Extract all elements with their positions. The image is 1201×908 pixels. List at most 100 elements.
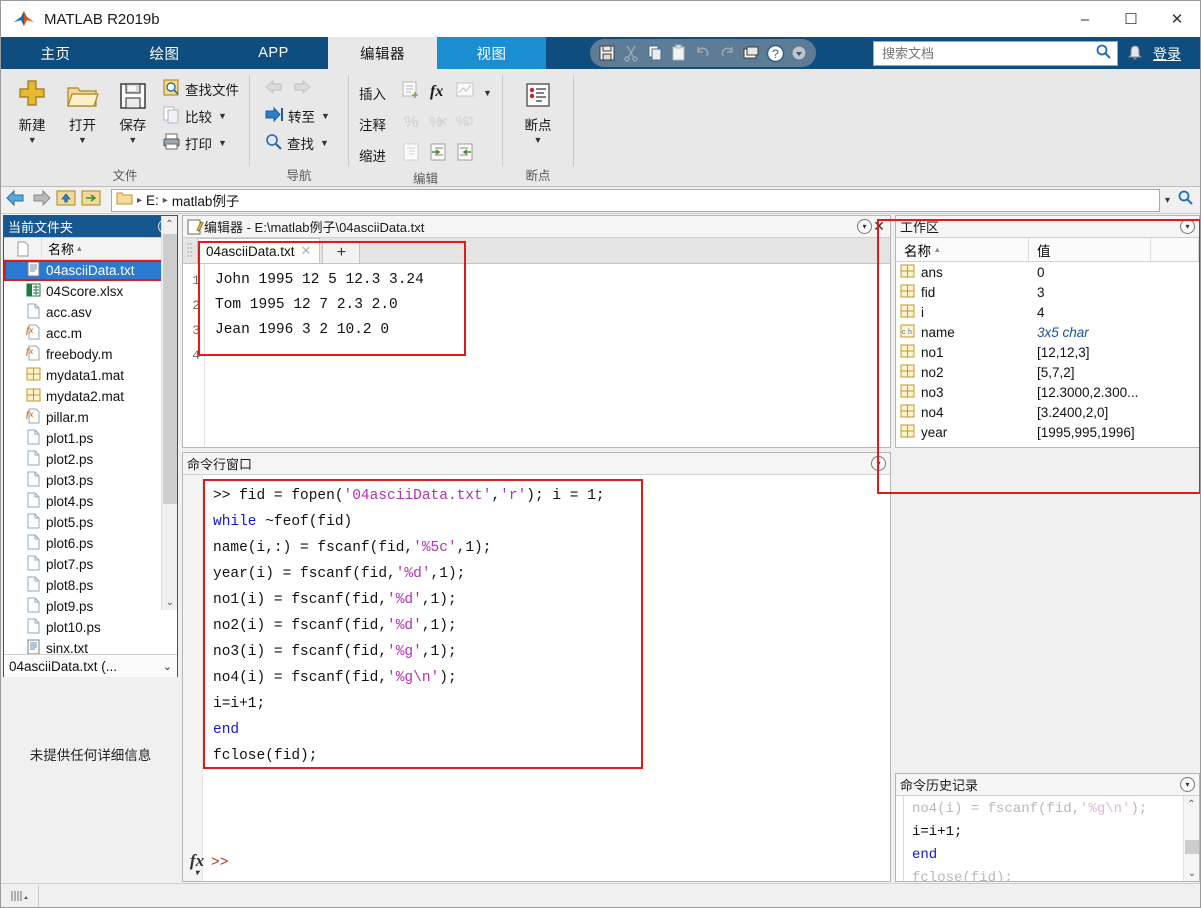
chevron-down-icon[interactable]: ▼ bbox=[28, 135, 37, 145]
search-input[interactable] bbox=[880, 45, 1095, 62]
search-icon[interactable] bbox=[1095, 43, 1112, 65]
file-list-item-selected[interactable]: 04asciiData.txt bbox=[4, 260, 177, 281]
new-tab-button[interactable]: + bbox=[322, 241, 361, 263]
file-list-item[interactable]: sinx.txt bbox=[4, 638, 177, 654]
workspace-variable-row[interactable]: ans 0 bbox=[896, 262, 1199, 282]
maximize-button[interactable]: ☐ bbox=[1108, 1, 1154, 37]
file-list-item[interactable]: plot10.ps bbox=[4, 617, 177, 638]
editor-file-tab[interactable]: 04asciiData.txt ✕ bbox=[197, 238, 321, 263]
workspace-variable-row[interactable]: c h name 3x5 char bbox=[896, 322, 1199, 342]
find-files-button[interactable]: 查找文件 bbox=[158, 75, 243, 102]
scrollbar-thumb[interactable] bbox=[163, 234, 177, 504]
minimize-button[interactable]: – bbox=[1062, 1, 1108, 37]
chevron-down-icon[interactable]: ▾ bbox=[1165, 195, 1170, 206]
help-icon[interactable]: ? bbox=[764, 42, 786, 64]
command-prompt-row[interactable]: fx ▾ >> bbox=[183, 851, 890, 877]
close-icon[interactable]: ✕ bbox=[301, 243, 312, 259]
close-button[interactable]: ✕ bbox=[1154, 1, 1200, 37]
scroll-up-arrow[interactable]: ⌃ bbox=[1184, 796, 1199, 812]
editor-text-area[interactable]: John 1995 12 5 12.3 3.24 Tom 1995 12 7 2.… bbox=[205, 264, 890, 446]
file-list-item[interactable]: fx acc.m bbox=[4, 323, 177, 344]
workspace-variable-row[interactable]: fid 3 bbox=[896, 282, 1199, 302]
breadcrumb-drive[interactable]: E: bbox=[146, 193, 159, 208]
file-list-item[interactable]: plot2.ps bbox=[4, 449, 177, 470]
workspace-variable-row[interactable]: i4 bbox=[896, 302, 1199, 322]
resize-grip-icon[interactable] bbox=[1, 884, 39, 907]
name-column-header[interactable]: 名称 ▴ bbox=[42, 239, 82, 258]
ribbon-tab-home[interactable]: 主页 bbox=[1, 37, 110, 69]
file-list-item[interactable]: mydata1.mat bbox=[4, 365, 177, 386]
ribbon-tab-apps[interactable]: APP bbox=[219, 37, 328, 69]
scroll-down-arrow[interactable]: ⌄ bbox=[1184, 865, 1199, 881]
find-button[interactable]: 查找 ▼ bbox=[260, 129, 334, 156]
scroll-up-arrow[interactable]: ⌃ bbox=[162, 216, 177, 232]
chevron-down-icon[interactable]: ▼ bbox=[218, 138, 227, 148]
breadcrumb-folder[interactable]: matlab例子 bbox=[172, 190, 240, 210]
workspace-variable-list[interactable]: ans 0 fid 3 i 4 c h name 3x5 char no1 [12,12,3] no2[… bbox=[896, 262, 1199, 442]
file-list-item[interactable]: fx freebody.m bbox=[4, 344, 177, 365]
file-list-scrollbar[interactable]: ⌃ ⌄ bbox=[161, 216, 177, 610]
file-list-item[interactable]: plot3.ps bbox=[4, 470, 177, 491]
file-list-item[interactable]: plot5.ps bbox=[4, 512, 177, 533]
file-list-item[interactable]: plot9.ps bbox=[4, 596, 177, 617]
save-icon[interactable] bbox=[596, 42, 618, 64]
nav-back-icon[interactable] bbox=[5, 189, 27, 212]
open-button[interactable]: 打开 ▼ bbox=[57, 73, 107, 167]
chevron-down-icon[interactable]: ▼ bbox=[78, 135, 87, 145]
scrollbar-thumb[interactable] bbox=[1185, 840, 1199, 854]
workspace-name-column-header[interactable]: 名称 ▴ bbox=[896, 238, 1029, 261]
ribbon-tab-editor[interactable]: 编辑器 bbox=[328, 37, 437, 69]
ribbon-tab-view[interactable]: 视图 bbox=[437, 37, 546, 69]
workspace-variable-row[interactable]: year [1995,995,1996] bbox=[896, 422, 1199, 442]
login-link[interactable]: 登录 bbox=[1153, 44, 1181, 64]
insert-section-icon[interactable] bbox=[400, 79, 422, 106]
file-list-item[interactable]: mydata2.mat bbox=[4, 386, 177, 407]
command-history-list[interactable]: no4(i) = fscanf(fid,'%g\n'); i=i+1; end fcl… bbox=[904, 796, 1183, 881]
file-list-item[interactable]: plot6.ps bbox=[4, 533, 177, 554]
chevron-down-icon[interactable]: ▼ bbox=[534, 135, 543, 145]
command-window-output[interactable]: >> fid = fopen('04asciiData.txt','r'); i… bbox=[203, 475, 890, 881]
command-history-scrollbar[interactable]: ⌃ ⌄ bbox=[1183, 796, 1199, 881]
notification-bell-icon[interactable] bbox=[1125, 43, 1145, 63]
workspace-variable-row[interactable]: no3 [12.3000,2.300... bbox=[896, 382, 1199, 402]
breakpoints-button[interactable]: 断点 ▼ bbox=[512, 73, 564, 167]
editor-menu-icon[interactable]: ▾ bbox=[857, 219, 872, 234]
workspace-variable-row[interactable]: no4 [3.2400,2,0] bbox=[896, 402, 1199, 422]
nav-up-icon[interactable] bbox=[55, 188, 77, 212]
file-list-item[interactable]: plot1.ps bbox=[4, 428, 177, 449]
scroll-down-arrow[interactable]: ⌄ bbox=[162, 594, 178, 610]
file-list[interactable]: 04asciiData.txt 04Score.xlsx acc.asv fx acc.… bbox=[4, 260, 177, 654]
chevron-down-icon[interactable]: ⌄ bbox=[163, 660, 172, 673]
nav-forward-icon[interactable] bbox=[30, 189, 52, 212]
layout-icon[interactable] bbox=[740, 42, 762, 64]
ribbon-tab-plots[interactable]: 绘图 bbox=[110, 37, 219, 69]
file-list-item[interactable]: 04Score.xlsx bbox=[4, 281, 177, 302]
file-list-item[interactable]: acc.asv bbox=[4, 302, 177, 323]
file-list-item[interactable]: fx pillar.m bbox=[4, 407, 177, 428]
copy-icon[interactable] bbox=[644, 42, 666, 64]
documentation-search-box[interactable] bbox=[873, 41, 1118, 66]
path-address-field[interactable]: ▸ E: ▸ matlab例子 bbox=[111, 188, 1160, 212]
chevron-down-icon[interactable]: ▼ bbox=[483, 88, 492, 98]
chevron-down-icon[interactable]: ▼ bbox=[128, 135, 137, 145]
workspace-variable-row[interactable]: no1 [12,12,3] bbox=[896, 342, 1199, 362]
current-folder-footer[interactable]: 04asciiData.txt (... ⌄ bbox=[4, 654, 177, 677]
editor-gripper-icon[interactable] bbox=[183, 237, 197, 263]
command-window-menu-icon[interactable]: ▾ bbox=[871, 456, 886, 471]
compare-button[interactable]: 比较 ▼ bbox=[158, 102, 243, 129]
address-search-icon[interactable] bbox=[1177, 189, 1194, 211]
goto-button[interactable]: 转至 ▼ bbox=[260, 102, 334, 129]
fx-icon[interactable]: fx ▾ bbox=[183, 851, 211, 877]
save-button[interactable]: 保存 ▼ bbox=[108, 73, 158, 167]
new-button[interactable]: 新建 ▼ bbox=[7, 73, 57, 167]
workspace-variable-row[interactable]: no2 [5,7,2] bbox=[896, 362, 1199, 382]
chevron-down-icon[interactable]: ▼ bbox=[321, 111, 330, 121]
workspace-extra-column-header[interactable] bbox=[1151, 238, 1199, 261]
workspace-menu-icon[interactable]: ▾ bbox=[1180, 219, 1195, 234]
file-list-item[interactable]: plot4.ps bbox=[4, 491, 177, 512]
chevron-down-icon[interactable]: ▼ bbox=[320, 138, 329, 148]
chevron-down-icon[interactable]: ▼ bbox=[218, 111, 227, 121]
editor-close-icon[interactable]: ✕ bbox=[872, 218, 886, 235]
command-history-body[interactable]: no4(i) = fscanf(fid,'%g\n'); i=i+1; end fcl… bbox=[896, 796, 1199, 881]
indent-left-icon[interactable] bbox=[454, 141, 476, 168]
